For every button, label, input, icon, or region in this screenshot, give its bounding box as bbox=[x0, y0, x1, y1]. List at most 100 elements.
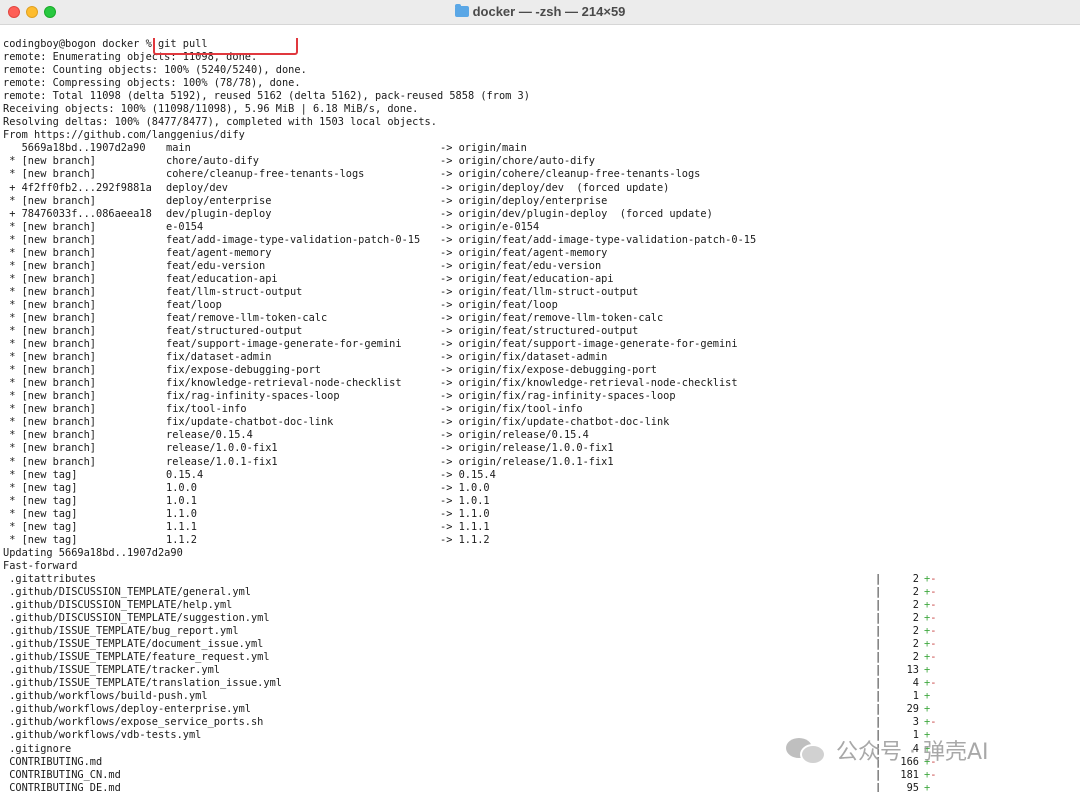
ref-name: release/1.0.0-fix1 bbox=[166, 442, 278, 455]
ref-row: * [new branch] fix/update-chatbot-doc-lin… bbox=[3, 416, 1080, 429]
ref-flag: * [new branch] bbox=[3, 455, 96, 468]
diffstat-row: .gitattributes | 2 +- bbox=[3, 573, 1080, 586]
ref-target: -> origin/feat/loop bbox=[440, 298, 558, 311]
ref-target: -> origin/deploy/dev (forced update) bbox=[440, 181, 670, 194]
ref-target: -> origin/feat/education-api bbox=[440, 272, 614, 285]
ref-row: * [new branch] feat/remove-llm-token-calc… bbox=[3, 312, 1080, 325]
ref-name: feat/remove-llm-token-calc bbox=[166, 311, 328, 324]
diffstat-graph: + bbox=[924, 664, 930, 677]
ref-target: -> origin/feat/remove-llm-token-calc bbox=[440, 311, 664, 324]
terminal-output[interactable]: codingboy@bogon docker % git pull remote… bbox=[3, 38, 1080, 792]
shell-prompt: codingboy@bogon docker % bbox=[3, 38, 158, 50]
folder-icon bbox=[454, 4, 469, 17]
ref-row: * [new tag] 1.1.1 -> 1.1.1 bbox=[3, 521, 1080, 534]
diffstat-count: 2 bbox=[912, 625, 919, 638]
diffstat-count: 2 bbox=[912, 612, 919, 625]
diffstat-graph: +- bbox=[924, 586, 936, 599]
diffstat-row: .github/workflows/expose_service_ports.s… bbox=[3, 716, 1080, 729]
ref-flag: * [new tag] bbox=[3, 507, 78, 520]
ref-target: -> origin/main bbox=[440, 142, 527, 155]
diffstat-row: CONTRIBUTING_DE.md | 95 + bbox=[3, 782, 1080, 792]
diffstat-count: 2 bbox=[912, 638, 919, 651]
ref-name: feat/edu-version bbox=[166, 259, 266, 272]
ref-row: * [new branch] e-0154 -> origin/e-0154 bbox=[3, 221, 1080, 234]
ref-name: dev/plugin-deploy bbox=[166, 207, 272, 220]
ref-name: feat/education-api bbox=[166, 272, 278, 285]
diffstat-file: .github/ISSUE_TEMPLATE/tracker.yml bbox=[3, 664, 220, 677]
ref-flag: * [new branch] bbox=[3, 246, 96, 259]
diffstat-row: .github/ISSUE_TEMPLATE/document_issue.ym… bbox=[3, 638, 1080, 651]
diffstat-plus: + bbox=[924, 703, 931, 716]
ref-target: -> origin/chore/auto-dify bbox=[440, 155, 595, 168]
watermark: 公众号 · 弹壳AI bbox=[786, 730, 1066, 770]
diffstat-graph: +- bbox=[924, 651, 936, 664]
diffstat-count: 13 bbox=[906, 664, 919, 677]
ref-row: * [new branch] fix/rag-infinity-spaces-lo… bbox=[3, 390, 1080, 403]
remote-output: remote: Enumerating objects: 11098, done… bbox=[3, 51, 1080, 142]
ref-target: -> origin/feat/structured-output bbox=[440, 325, 639, 338]
diffstat-count: 29 bbox=[906, 703, 919, 716]
diffstat-graph: +- bbox=[924, 769, 936, 782]
ref-flag: * [new branch] bbox=[3, 259, 96, 272]
ref-target: -> 1.1.2 bbox=[440, 533, 490, 546]
diffstat-count: 2 bbox=[912, 651, 919, 664]
wechat-icon bbox=[786, 736, 826, 765]
watermark-text: 公众号 · 弹壳AI bbox=[836, 740, 989, 765]
ref-name: fix/update-chatbot-doc-link bbox=[166, 416, 334, 429]
ref-target: -> origin/feat/llm-struct-output bbox=[440, 285, 639, 298]
remote-line: Receiving objects: 100% (11098/11098), 5… bbox=[3, 103, 419, 116]
ref-flag: * [new branch] bbox=[3, 311, 96, 324]
ref-row: * [new branch] chore/auto-dify -> origin/c… bbox=[3, 155, 1080, 168]
ref-name: fix/expose-debugging-port bbox=[166, 364, 321, 377]
ref-name: release/0.15.4 bbox=[166, 429, 253, 442]
diffstat-separator: | bbox=[875, 572, 882, 585]
diffstat-file: .github/ISSUE_TEMPLATE/feature_request.y… bbox=[3, 651, 270, 664]
ref-name: fix/knowledge-retrieval-node-checklist bbox=[166, 377, 402, 390]
ref-row: * [new tag] 1.1.2 -> 1.1.2 bbox=[3, 534, 1080, 547]
ref-flag: * [new branch] bbox=[3, 403, 96, 416]
update-line: Updating 5669a18bd..1907d2a90 bbox=[3, 546, 183, 559]
diffstat-file: .github/workflows/deploy-enterprise.yml bbox=[3, 703, 251, 716]
diffstat-file: .gitattributes bbox=[3, 572, 96, 585]
ref-target: -> origin/cohere/cleanup-free-tenants-lo… bbox=[440, 168, 701, 181]
diffstat-row: .github/ISSUE_TEMPLATE/bug_report.yml | 2 +… bbox=[3, 625, 1080, 638]
ref-row: * [new branch] feat/add-image-type-valida… bbox=[3, 234, 1080, 247]
ref-row: * [new branch] fix/tool-info -> origin/fix… bbox=[3, 403, 1080, 416]
ref-target: -> origin/fix/rag-infinity-spaces-loop bbox=[440, 390, 676, 403]
ref-row: * [new branch] feat/loop -> origin/feat/lo… bbox=[3, 299, 1080, 312]
diffstat-minus: - bbox=[930, 651, 937, 664]
ref-row: * [new branch] feat/structured-output -> o… bbox=[3, 325, 1080, 338]
ref-flag: * [new tag] bbox=[3, 468, 78, 481]
ref-row: * [new branch] feat/education-api -> origi… bbox=[3, 273, 1080, 286]
ref-row: * [new branch] release/0.15.4 -> origin/re… bbox=[3, 429, 1080, 442]
ref-name: feat/agent-memory bbox=[166, 246, 272, 259]
diffstat-count: 181 bbox=[900, 768, 919, 781]
ref-flag: * [new branch] bbox=[3, 390, 96, 403]
diffstat-graph: + bbox=[924, 703, 930, 716]
ref-row: * [new tag] 1.0.0 -> 1.0.0 bbox=[3, 482, 1080, 495]
diffstat-row: .github/DISCUSSION_TEMPLATE/general.yml |… bbox=[3, 586, 1080, 599]
ref-flag: * [new branch] bbox=[3, 155, 96, 168]
diffstat-graph: +- bbox=[924, 612, 936, 625]
diffstat-file: .github/DISCUSSION_TEMPLATE/suggestion.y… bbox=[3, 612, 270, 625]
ref-name: deploy/enterprise bbox=[166, 194, 272, 207]
diffstat-separator: | bbox=[875, 768, 882, 781]
ref-target: -> origin/fix/expose-debugging-port bbox=[440, 364, 657, 377]
ref-target: -> origin/feat/add-image-type-validation… bbox=[440, 233, 757, 246]
ref-flag: * [new tag] bbox=[3, 520, 78, 533]
diffstat-count: 4 bbox=[912, 677, 919, 690]
ref-name: 1.1.1 bbox=[166, 520, 197, 533]
diffstat-separator: | bbox=[875, 677, 882, 690]
diffstat-file: .github/workflows/vdb-tests.yml bbox=[3, 729, 202, 742]
diffstat-minus: - bbox=[930, 768, 937, 781]
ref-name: deploy/dev bbox=[166, 181, 228, 194]
diffstat-minus: - bbox=[930, 612, 937, 625]
ref-target: -> origin/e-0154 bbox=[440, 220, 540, 233]
diffstat-plus: + bbox=[924, 781, 931, 792]
diffstat-count: 2 bbox=[912, 585, 919, 598]
prompt-line: codingboy@bogon docker % git pull bbox=[3, 38, 1080, 55]
diffstat-graph: +- bbox=[924, 677, 936, 690]
diffstat-row: .github/ISSUE_TEMPLATE/tracker.yml | 13 + bbox=[3, 664, 1080, 677]
update-output: Updating 5669a18bd..1907d2a90 Fast-forwar… bbox=[3, 547, 1080, 573]
ref-flag: * [new branch] bbox=[3, 298, 96, 311]
